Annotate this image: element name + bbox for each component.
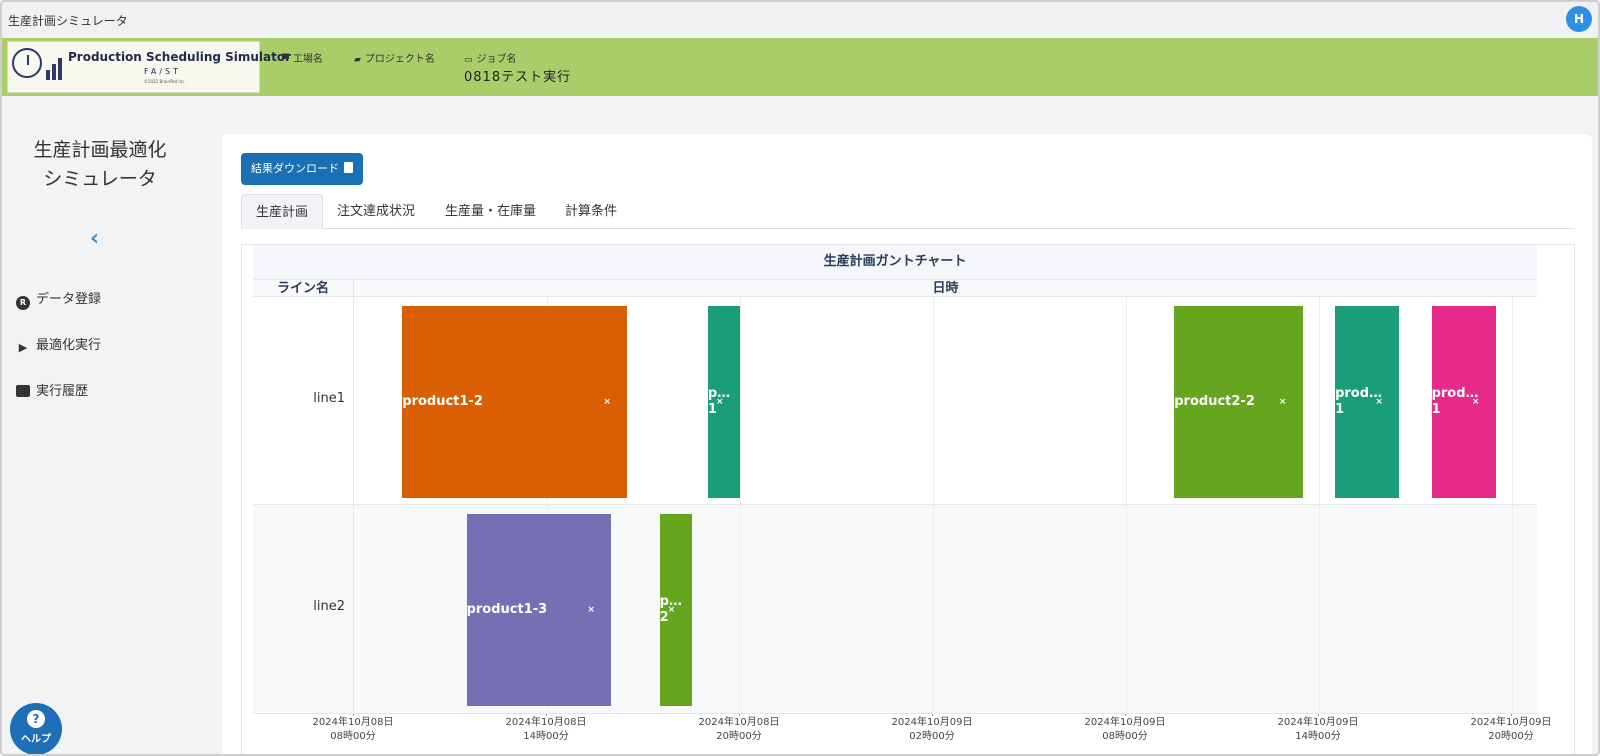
axis-tick-label: 2024年10月09日 20時00分 <box>1456 714 1566 744</box>
column-header-date: 日時 <box>353 280 1537 297</box>
grid-line <box>1319 297 1320 714</box>
grid-line <box>1512 297 1513 714</box>
sidebar-item-history[interactable]: 実行履歴 <box>16 380 88 399</box>
tab-bar: 生産計画 注文達成状況 生産量・在庫量 計算条件 <box>241 194 1575 229</box>
user-avatar[interactable]: H <box>1566 6 1592 32</box>
task-label: product1-3 <box>466 602 548 617</box>
line-name: line2 <box>313 599 345 614</box>
chevron-left-icon[interactable]: ‹ <box>90 226 99 251</box>
folder-open-icon: ▰ <box>354 55 361 65</box>
line-name: line1 <box>313 391 345 406</box>
gantt-task-bar[interactable]: p… 2 × <box>659 514 692 706</box>
task-label: product2-2 <box>1174 394 1255 409</box>
axis-tick-label: 2024年10月08日 20時00分 <box>684 714 794 744</box>
tab-production-inventory[interactable]: 生産量・在庫量 <box>431 194 550 229</box>
download-results-button[interactable]: 結果ダウンロード <box>241 153 363 185</box>
sidebar-item-optimize[interactable]: ▶ 最適化実行 <box>16 334 101 355</box>
axis-tick-label: 2024年10月08日 14時00分 <box>491 714 601 744</box>
tab-production-plan[interactable]: 生産計画 <box>241 194 324 229</box>
excel-file-icon <box>344 162 353 173</box>
folder-icon: ▭ <box>464 55 473 65</box>
gantt-chart: 生産計画ガントチャート ライン名 日時 line1 line2 product1… <box>241 244 1575 754</box>
logo: Production Scheduling Simulator FA/ST ©2… <box>7 41 291 93</box>
gantt-task-bar[interactable]: product1-3 × <box>466 514 612 706</box>
app-window: 生産計画シミュレータ H Production Scheduling Simul… <box>0 0 1600 756</box>
gantt-task-bar[interactable]: prod… 1 × <box>1431 306 1496 498</box>
sidebar: 生産計画最適化 シミュレータ ‹ R データ登録 ▶ 最適化実行 実行履歴 <box>2 96 202 754</box>
r-circle-icon: R <box>16 296 30 310</box>
grid-line <box>1126 297 1127 714</box>
axis-tick-label: 2024年10月08日 08時00分 <box>298 714 408 744</box>
sidebar-item-data-registration[interactable]: R データ登録 <box>16 288 101 310</box>
archive-icon <box>16 385 30 397</box>
gantt-task-bar[interactable]: product1-2 × <box>402 306 628 498</box>
title-bar: 生産計画シミュレータ H <box>2 2 1598 38</box>
grid-line <box>740 297 741 714</box>
task-label: product1-2 <box>402 394 483 409</box>
logo-subtitle: FA/ST <box>144 67 181 76</box>
gantt-title: 生産計画ガントチャート <box>253 245 1537 279</box>
job-field: ▭ ジョブ名 <box>464 54 517 65</box>
close-icon[interactable]: × <box>1279 397 1287 407</box>
close-icon[interactable]: × <box>1375 397 1383 407</box>
grid-line <box>933 297 934 714</box>
close-icon[interactable]: × <box>587 605 595 615</box>
factory-field: ▀ 工場名 <box>282 54 323 65</box>
gantt-header: ライン名 日時 <box>253 279 1537 297</box>
logo-title: Production Scheduling Simulator <box>68 50 292 64</box>
axis-tick-label: 2024年10月09日 02時00分 <box>877 714 987 744</box>
gantt-task-bar[interactable]: prod… 1 × <box>1335 306 1400 498</box>
gantt-task-bar[interactable]: p… 1 × <box>707 306 740 498</box>
gantt-time-axis: 2024年10月08日 08時00分 2024年10月08日 14時00分 2024年1… <box>313 714 1553 754</box>
close-icon[interactable]: × <box>668 605 676 615</box>
play-step-icon: ▶ <box>18 341 28 354</box>
close-icon[interactable]: × <box>603 397 611 407</box>
gantt-task-bar[interactable]: product2-2 × <box>1174 306 1303 498</box>
axis-tick-label: 2024年10月09日 08時00分 <box>1070 714 1180 744</box>
main-card: 結果ダウンロード 生産計画 注文達成状況 生産量・在庫量 計算条件 生産計画ガン… <box>222 134 1592 754</box>
app-header: Production Scheduling Simulator FA/ST ©2… <box>2 38 1598 96</box>
gantt-plot-area: product1-2 × p… 1 × product2-2 × prod… 1 × prod…… <box>353 297 1537 714</box>
project-field: ▰ プロジェクト名 <box>354 54 435 65</box>
column-header-line: ライン名 <box>276 281 329 296</box>
job-name-value: 0818テスト実行 <box>464 70 572 85</box>
help-label: ヘルプ <box>21 734 51 745</box>
help-button[interactable]: ? ヘルプ <box>10 703 62 754</box>
axis-tick-label: 2024年10月09日 14時00分 <box>1263 714 1373 744</box>
close-icon[interactable]: × <box>716 397 724 407</box>
tab-calc-conditions[interactable]: 計算条件 <box>551 194 631 229</box>
close-icon[interactable]: × <box>1472 397 1480 407</box>
logo-copyright: ©2022 BrainPad Inc. <box>144 79 186 84</box>
app-title: 生産計画シミュレータ <box>8 14 128 28</box>
factory-icon: ▀ <box>282 55 289 65</box>
tab-order-status[interactable]: 注文達成状況 <box>323 194 429 229</box>
question-icon: ? <box>27 710 45 728</box>
clock-icon <box>12 48 42 78</box>
sidebar-title: 生産計画最適化 シミュレータ <box>33 139 167 190</box>
